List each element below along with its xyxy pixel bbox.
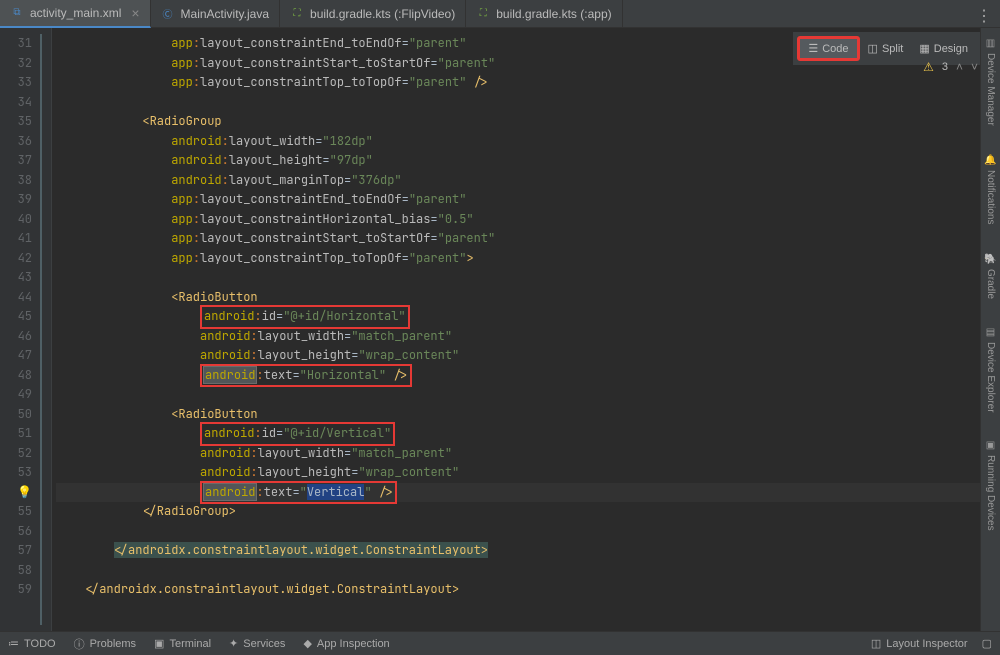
- rail-device-manager[interactable]: ▥ Device Manager: [985, 38, 996, 126]
- bitm-label: Problems: [90, 638, 136, 650]
- rail-notifications[interactable]: 🔔 Notifications: [985, 154, 996, 225]
- toolbtn-label: Split: [882, 43, 903, 55]
- split-view-icon: ◫: [868, 42, 878, 55]
- java-file-icon: Ⓒ: [161, 7, 175, 21]
- app-inspection-icon: ◆: [303, 637, 311, 650]
- rail-running-devices[interactable]: ▣ Running Devices: [985, 440, 996, 531]
- code-area[interactable]: app:layout_constraintEnd_toEndOf="parent…: [52, 28, 980, 631]
- view-mode-code-button[interactable]: ☰ Code: [797, 36, 859, 61]
- bottom-left-tools: ≔ TODO ⓘ Problems ▣ Terminal ✦ Services ◆ App…: [8, 636, 390, 652]
- code-view-icon: ☰: [808, 42, 818, 55]
- terminal-icon: ▣: [154, 637, 164, 650]
- layout-inspector-button[interactable]: ◫ Layout Inspector: [871, 637, 968, 650]
- more-icon[interactable]: ⋮: [976, 6, 992, 26]
- right-tool-rail: ▥ Device Manager 🔔 Notifications 🐘 Gradle ▤…: [980, 28, 1000, 631]
- xml-file-icon: ⧉: [10, 6, 24, 20]
- line-number-gutter: 3132333435363738394041424344454647484950…: [0, 28, 40, 631]
- tab-label: MainActivity.java: [181, 7, 269, 21]
- rail-label: Notifications: [985, 170, 996, 224]
- rail-label: Device Explorer: [985, 342, 996, 413]
- chevron-up-icon[interactable]: ˄: [956, 60, 963, 74]
- rail-device-explorer[interactable]: ▤ Device Explorer: [985, 327, 996, 413]
- chevron-down-icon[interactable]: ˅: [971, 60, 978, 74]
- rail-label: Device Manager: [985, 53, 996, 126]
- tab-label: activity_main.xml: [30, 6, 121, 20]
- bitm-label: Terminal: [169, 638, 211, 650]
- rail-gradle[interactable]: 🐘 Gradle: [985, 253, 996, 299]
- bottom-right-tools: ◫ Layout Inspector ▢: [871, 637, 992, 650]
- corner-button[interactable]: ▢: [982, 637, 992, 650]
- tab-gradle-flipvideo[interactable]: ⛶ build.gradle.kts (:FlipVideo): [280, 0, 466, 28]
- close-icon[interactable]: ×: [131, 5, 139, 21]
- toolbtn-label: Code: [822, 43, 848, 55]
- device-manager-icon: ▥: [985, 38, 996, 49]
- app-inspection-button[interactable]: ◆ App Inspection: [303, 637, 389, 650]
- design-view-icon: ▦: [919, 42, 929, 55]
- warning-count: 3: [942, 61, 948, 73]
- toolbtn-label: Design: [934, 43, 968, 55]
- terminal-button[interactable]: ▣ Terminal: [154, 637, 211, 650]
- problems-button[interactable]: ⓘ Problems: [74, 636, 136, 652]
- bitm-label: Layout Inspector: [886, 638, 967, 650]
- view-mode-design-button[interactable]: ▦ Design: [911, 36, 976, 61]
- tab-label: build.gradle.kts (:app): [496, 7, 611, 21]
- running-devices-icon: ▣: [985, 440, 996, 451]
- inspections-summary[interactable]: ⚠ 3 ˄ ˅: [923, 60, 978, 74]
- todo-icon: ≔: [8, 637, 19, 650]
- bitm-label: App Inspection: [317, 638, 390, 650]
- layout-inspector-icon: ◫: [871, 637, 881, 650]
- bitm-label: Services: [243, 638, 285, 650]
- services-button[interactable]: ✦ Services: [229, 637, 285, 650]
- tab-mainactivity[interactable]: Ⓒ MainActivity.java: [151, 0, 280, 28]
- gradle-file-icon: ⛶: [290, 7, 304, 21]
- warning-icon: ⚠: [923, 60, 934, 74]
- bottom-tool-bar: ≔ TODO ⓘ Problems ▣ Terminal ✦ Services ◆ App…: [0, 631, 1000, 655]
- bitm-label: TODO: [24, 638, 56, 650]
- rail-label: Gradle: [985, 269, 996, 299]
- problems-icon: ⓘ: [74, 636, 85, 652]
- folding-column: [40, 28, 52, 631]
- gradle-icon: 🐘: [985, 253, 996, 265]
- tab-gradle-app[interactable]: ⛶ build.gradle.kts (:app): [466, 0, 622, 28]
- bell-icon: 🔔: [985, 154, 996, 166]
- services-icon: ✦: [229, 637, 238, 650]
- gradle-file-icon: ⛶: [476, 7, 490, 21]
- code-editor[interactable]: 3132333435363738394041424344454647484950…: [0, 28, 980, 631]
- tab-label: build.gradle.kts (:FlipVideo): [310, 7, 455, 21]
- editor-tabs: ⧉ activity_main.xml × Ⓒ MainActivity.jav…: [0, 0, 1000, 28]
- view-mode-split-button[interactable]: ◫ Split: [860, 36, 912, 61]
- tab-activity-main[interactable]: ⧉ activity_main.xml ×: [0, 0, 151, 28]
- rail-label: Running Devices: [985, 455, 996, 531]
- device-explorer-icon: ▤: [985, 327, 996, 338]
- window-icon: ▢: [982, 637, 992, 650]
- todo-button[interactable]: ≔ TODO: [8, 637, 56, 650]
